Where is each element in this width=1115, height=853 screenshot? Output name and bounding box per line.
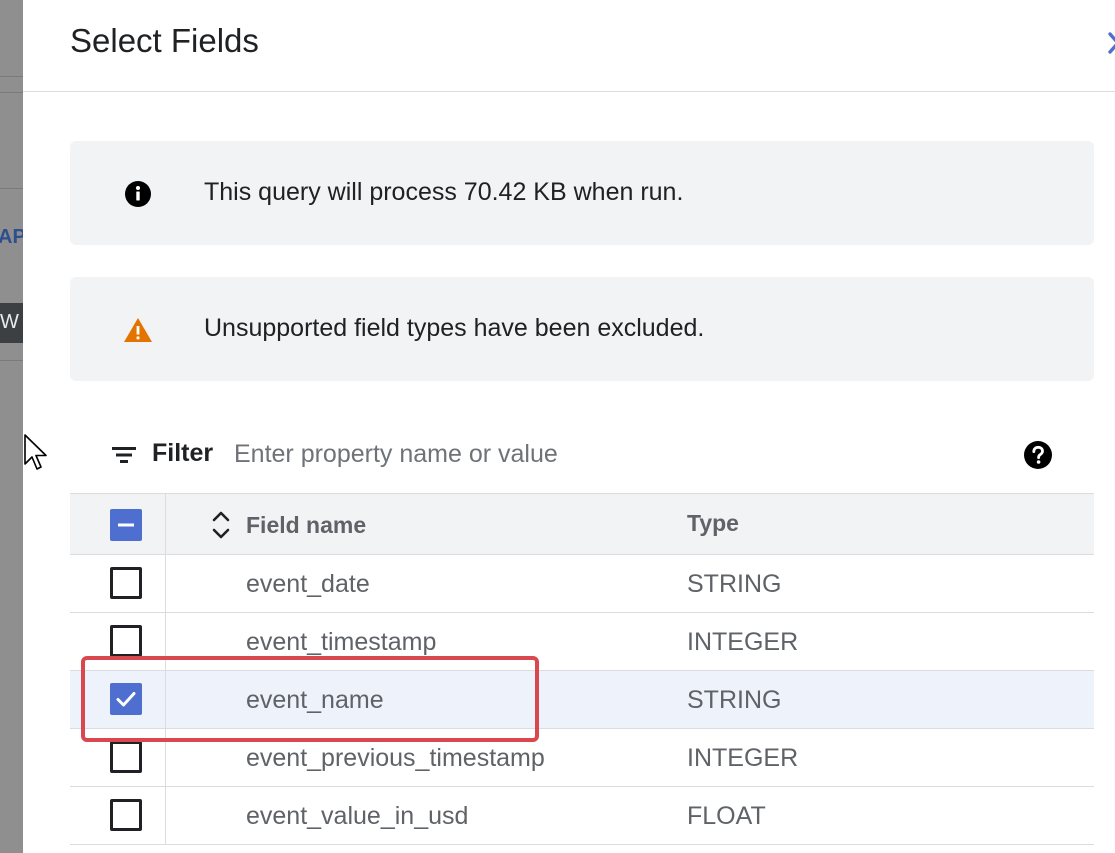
info-icon <box>125 181 151 207</box>
check-icon <box>116 692 136 707</box>
filter-label: Filter <box>152 439 214 467</box>
column-header-type: Type <box>687 510 739 536</box>
field-name: event_timestamp <box>246 628 437 656</box>
field-name: event_name <box>246 686 384 714</box>
row-checkbox-cell <box>70 555 166 612</box>
dialog-header: Select Fields <box>23 0 1115 92</box>
row-checkbox-cell <box>70 671 166 728</box>
fields-table: Field name Type event_date STRING event_… <box>70 493 1094 845</box>
filter-input[interactable] <box>234 433 994 475</box>
minus-icon <box>118 523 134 527</box>
table-row: event_timestamp INTEGER <box>70 613 1094 671</box>
row-checkbox[interactable] <box>110 625 142 657</box>
close-button[interactable] <box>1101 26 1115 62</box>
field-type: INTEGER <box>687 744 799 772</box>
table-row: event_previous_timestamp INTEGER <box>70 729 1094 787</box>
table-header-row: Field name Type <box>70 493 1094 555</box>
field-type: STRING <box>687 570 782 598</box>
background-divider <box>0 92 23 93</box>
row-checkbox-checked[interactable] <box>110 683 142 715</box>
field-name: event_date <box>246 570 370 598</box>
filter-icon <box>112 447 136 463</box>
row-checkbox[interactable] <box>110 567 142 599</box>
column-header-field-name[interactable]: Field name <box>246 512 366 539</box>
select-all-checkbox[interactable] <box>110 509 142 541</box>
close-icon <box>1108 32 1115 54</box>
table-row: event_date STRING <box>70 555 1094 613</box>
info-banner: This query will process 70.42 KB when ru… <box>70 141 1094 245</box>
warning-banner-text: Unsupported field types have been exclud… <box>204 314 705 342</box>
field-type: STRING <box>687 686 782 714</box>
table-row: event_value_in_usd FLOAT <box>70 787 1094 845</box>
background-tab-fragment: W <box>0 311 19 333</box>
background-divider <box>0 76 23 77</box>
dialog-title: Select Fields <box>70 22 259 59</box>
row-checkbox[interactable] <box>110 799 142 831</box>
field-name: event_previous_timestamp <box>246 744 545 772</box>
filter-bar: Filter <box>70 425 1094 493</box>
warning-icon <box>124 318 152 342</box>
row-checkbox-cell <box>70 613 166 670</box>
background-text-fragment: APS <box>0 226 23 248</box>
sort-icon[interactable] <box>210 508 232 542</box>
row-checkbox-cell <box>70 787 166 844</box>
background-app: APS W <box>0 0 23 853</box>
background-divider <box>0 360 23 361</box>
table-row-selected: event_name STRING <box>70 671 1094 729</box>
info-banner-text: This query will process 70.42 KB when ru… <box>204 178 684 206</box>
field-type: INTEGER <box>687 628 799 656</box>
field-type: FLOAT <box>687 802 766 830</box>
select-fields-dialog: Select Fields This query will process 70… <box>23 0 1115 853</box>
header-checkbox-cell <box>70 494 166 554</box>
row-checkbox-cell <box>70 729 166 786</box>
mouse-cursor-icon <box>24 434 47 470</box>
background-divider <box>0 188 23 189</box>
help-icon[interactable] <box>1023 440 1053 470</box>
row-checkbox[interactable] <box>110 741 142 773</box>
field-name: event_value_in_usd <box>246 802 469 830</box>
warning-banner: Unsupported field types have been exclud… <box>70 277 1094 381</box>
